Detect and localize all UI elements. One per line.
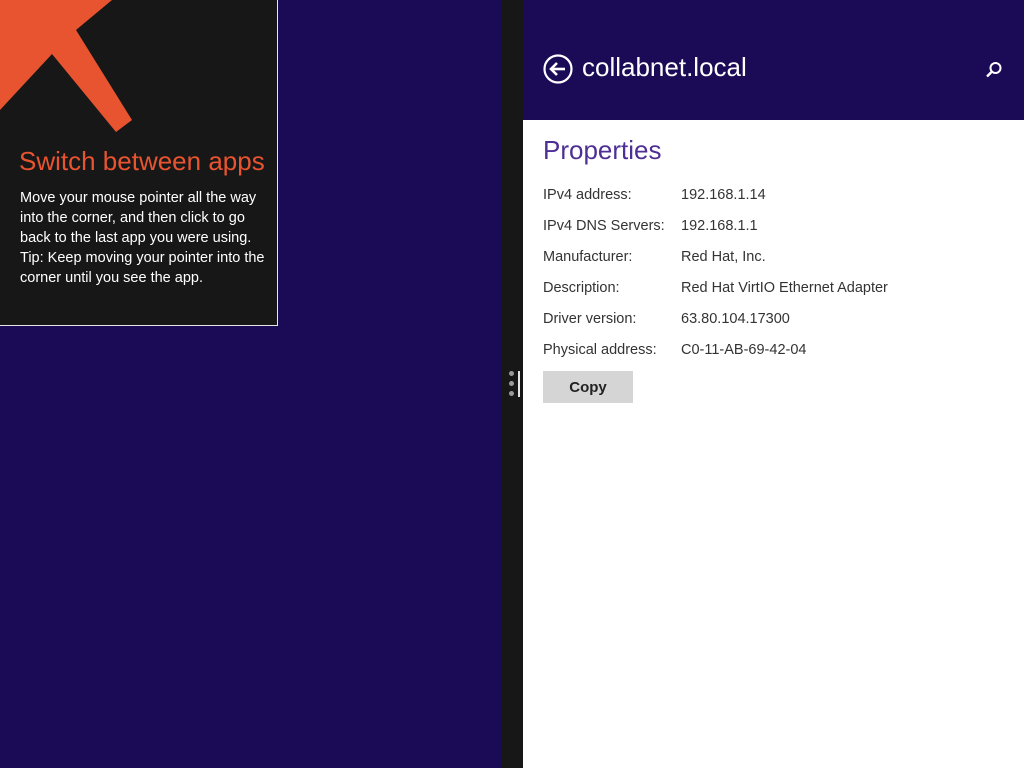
- back-arrow-circle-icon[interactable]: [543, 54, 573, 84]
- corner-arrow-icon: [0, 0, 132, 132]
- property-value: 63.80.104.17300: [681, 311, 790, 327]
- property-value: C0-11-AB-69-42-04: [681, 342, 807, 358]
- property-label: IPv4 address:: [543, 187, 632, 203]
- properties-panel: Properties IPv4 address: 192.168.1.14 IP…: [523, 120, 1024, 768]
- tip-hint: Tip: Keep moving your pointer into the c…: [20, 250, 265, 286]
- property-label: Driver version:: [543, 311, 637, 327]
- tip-title: Switch between apps: [19, 146, 265, 176]
- copy-button[interactable]: Copy: [543, 371, 633, 403]
- property-value: 192.168.1.14: [681, 187, 766, 203]
- page-title: collabnet.local: [582, 52, 747, 82]
- tip-text: Move your mouse pointer all the way into…: [20, 188, 265, 288]
- handle-bar: [518, 371, 520, 397]
- search-icon[interactable]: [985, 61, 1003, 79]
- tip-body: Move your mouse pointer all the way into…: [20, 190, 257, 246]
- property-label: Description:: [543, 280, 620, 296]
- splitter-handle[interactable]: [506, 368, 522, 400]
- property-label: IPv4 DNS Servers:: [543, 218, 665, 234]
- handle-dot: [509, 371, 514, 376]
- property-value: Red Hat, Inc.: [681, 249, 766, 265]
- section-title: Properties: [543, 135, 662, 165]
- handle-dot: [509, 381, 514, 386]
- property-value: Red Hat VirtIO Ethernet Adapter: [681, 280, 888, 296]
- app-header: collabnet.local: [523, 0, 1024, 120]
- handle-dot: [509, 391, 514, 396]
- property-value: 192.168.1.1: [681, 218, 758, 234]
- property-label: Manufacturer:: [543, 249, 633, 265]
- switch-apps-tip: Switch between apps Move your mouse poin…: [0, 0, 278, 326]
- property-label: Physical address:: [543, 342, 657, 358]
